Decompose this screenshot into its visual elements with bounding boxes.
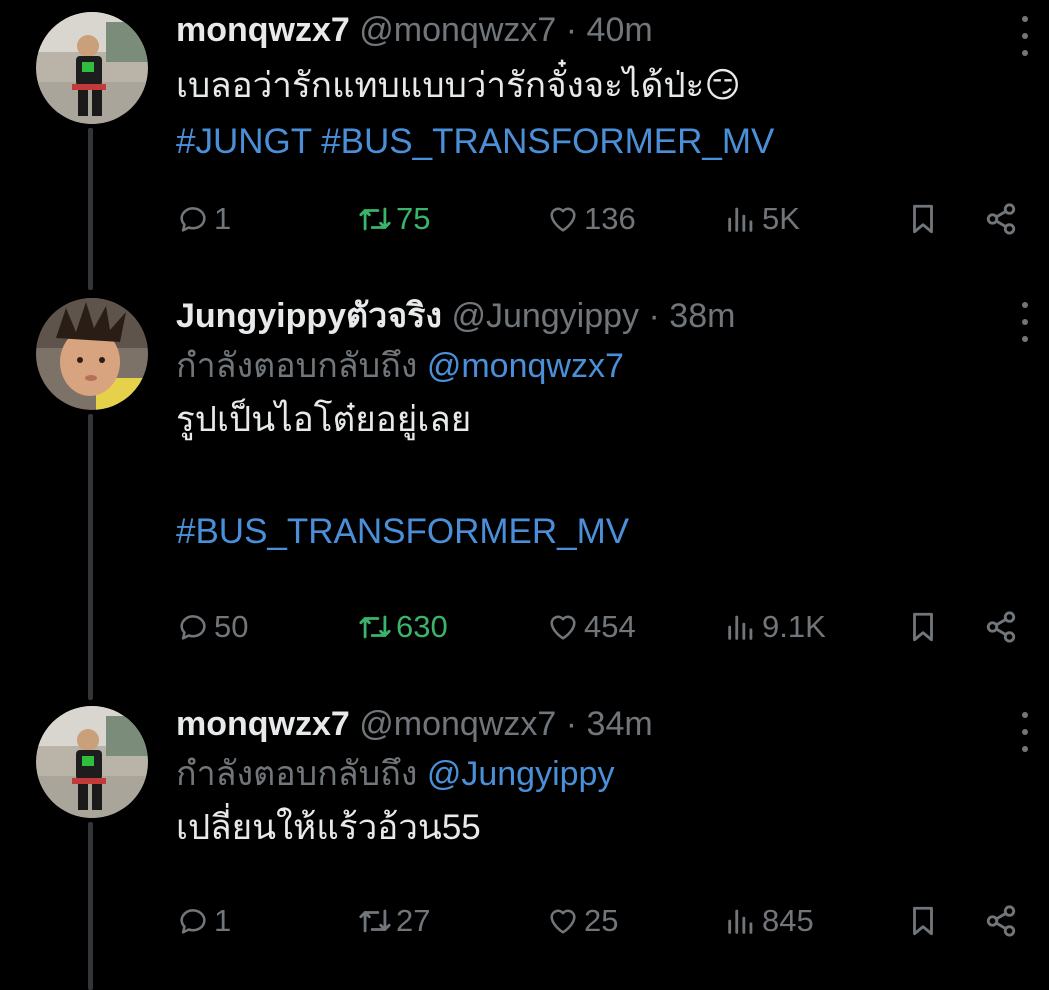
share-icon	[986, 203, 1016, 235]
like-button[interactable]: 25	[546, 896, 618, 946]
view-count: 845	[762, 903, 814, 938]
more-dots-icon[interactable]	[1019, 16, 1031, 56]
hashtag-links[interactable]: #JUNGT #BUS_TRANSFORMER_MV	[176, 114, 1019, 170]
bookmark-icon	[913, 906, 933, 936]
reply-button[interactable]: 1	[176, 896, 231, 946]
more-dots-icon[interactable]	[1019, 712, 1031, 752]
bookmark-icon	[913, 204, 933, 234]
avatar[interactable]	[36, 12, 148, 124]
separator-dot: ·	[565, 705, 578, 743]
reply-count: 1	[214, 201, 232, 236]
retweet-button[interactable]: 27	[358, 896, 430, 946]
more-dots-icon[interactable]	[1019, 302, 1031, 342]
avatar[interactable]	[36, 706, 148, 818]
bookmark-icon	[913, 612, 933, 642]
view-count: 9.1K	[762, 609, 826, 644]
action-bar: 1 27 25 845	[176, 896, 1036, 946]
tweet-header: monqwzx7 @monqwzx7 · 40m	[176, 8, 1019, 52]
user-handle[interactable]: @monqwzx7	[359, 705, 556, 743]
bar-chart-icon	[728, 615, 753, 640]
mention-link[interactable]: @Jungyippy	[427, 755, 615, 793]
tweet-text: เบลอว่ารักแทบแบบว่ารักจั๋งจะได้ป่ะ😏	[176, 66, 741, 105]
like-count: 136	[584, 201, 636, 236]
retweet-count: 27	[396, 903, 431, 938]
bookmark-button[interactable]	[906, 194, 944, 244]
bar-chart-icon	[728, 909, 753, 934]
avatar[interactable]	[36, 298, 148, 410]
tweet[interactable]: monqwzx7 @monqwzx7 · 40m เบลอว่ารักแทบแบ…	[0, 0, 1049, 270]
retweet-button[interactable]: 75	[358, 194, 430, 244]
timestamp[interactable]: 40m	[587, 11, 653, 49]
retweet-icon	[359, 909, 391, 933]
reply-button[interactable]: 1	[176, 194, 231, 244]
share-button[interactable]	[984, 602, 1022, 652]
timestamp[interactable]: 34m	[587, 705, 653, 743]
user-handle[interactable]: @Jungyippy	[451, 297, 639, 335]
like-button[interactable]: 454	[546, 602, 636, 652]
display-name[interactable]: monqwzx7	[176, 705, 350, 743]
like-count: 454	[584, 609, 636, 644]
mention-link[interactable]: @monqwzx7	[427, 347, 624, 385]
tweet-header: Jungyippyตัวจริง @Jungyippy · 38m	[176, 294, 1019, 338]
retweet-count: 75	[396, 201, 431, 236]
separator-dot: ·	[648, 297, 660, 335]
view-count: 5K	[762, 201, 800, 236]
heart-icon	[550, 615, 576, 640]
like-button[interactable]: 136	[546, 194, 636, 244]
speech-bubble-icon	[180, 615, 206, 640]
bar-chart-icon	[728, 207, 753, 232]
like-count: 25	[584, 903, 619, 938]
action-bar: 50 630 454 9.1K	[176, 602, 1036, 652]
share-button[interactable]	[984, 194, 1022, 244]
tweet-text: เปลี่ยนให้แร้วอ้วน55	[176, 808, 481, 847]
display-name[interactable]: monqwzx7	[176, 11, 350, 49]
retweet-icon	[359, 615, 391, 639]
action-bar: 1 75 136 5K	[176, 194, 1036, 244]
tweet[interactable]: monqwzx7 @monqwzx7 · 34m กำลังตอบกลับถึง…	[0, 700, 1049, 990]
share-icon	[986, 905, 1016, 937]
reply-count: 1	[214, 903, 232, 938]
timestamp[interactable]: 38m	[669, 297, 735, 335]
speech-bubble-icon	[180, 207, 206, 232]
views-button[interactable]: 5K	[724, 194, 800, 244]
bookmark-button[interactable]	[906, 602, 944, 652]
retweet-count: 630	[396, 609, 448, 644]
views-button[interactable]: 845	[724, 896, 814, 946]
display-name[interactable]: Jungyippyตัวจริง	[176, 297, 442, 335]
replying-to: กำลังตอบกลับถึง @monqwzx7	[176, 344, 1019, 388]
replying-prefix: กำลังตอบกลับถึง	[176, 347, 418, 385]
heart-icon	[550, 207, 576, 232]
tweet-header: monqwzx7 @monqwzx7 · 34m	[176, 702, 1019, 746]
user-handle[interactable]: @monqwzx7	[359, 11, 556, 49]
speech-bubble-icon	[180, 909, 206, 934]
hashtag-links[interactable]: #BUS_TRANSFORMER_MV	[176, 504, 1019, 560]
replying-prefix: กำลังตอบกลับถึง	[176, 755, 418, 793]
heart-icon	[550, 909, 576, 934]
retweet-icon	[359, 207, 391, 231]
separator-dot: ·	[565, 11, 578, 49]
tweet[interactable]: Jungyippyตัวจริง @Jungyippy · 38m กำลังต…	[0, 290, 1049, 690]
share-button[interactable]	[984, 896, 1022, 946]
retweet-button[interactable]: 630	[358, 602, 448, 652]
views-button[interactable]: 9.1K	[724, 602, 826, 652]
share-icon	[986, 611, 1016, 643]
reply-count: 50	[214, 609, 249, 644]
reply-button[interactable]: 50	[176, 602, 248, 652]
tweet-text: รูปเป็นไอโต๋ยอยู่เลย	[176, 400, 472, 439]
replying-to: กำลังตอบกลับถึง @Jungyippy	[176, 752, 1019, 796]
bookmark-button[interactable]	[906, 896, 944, 946]
